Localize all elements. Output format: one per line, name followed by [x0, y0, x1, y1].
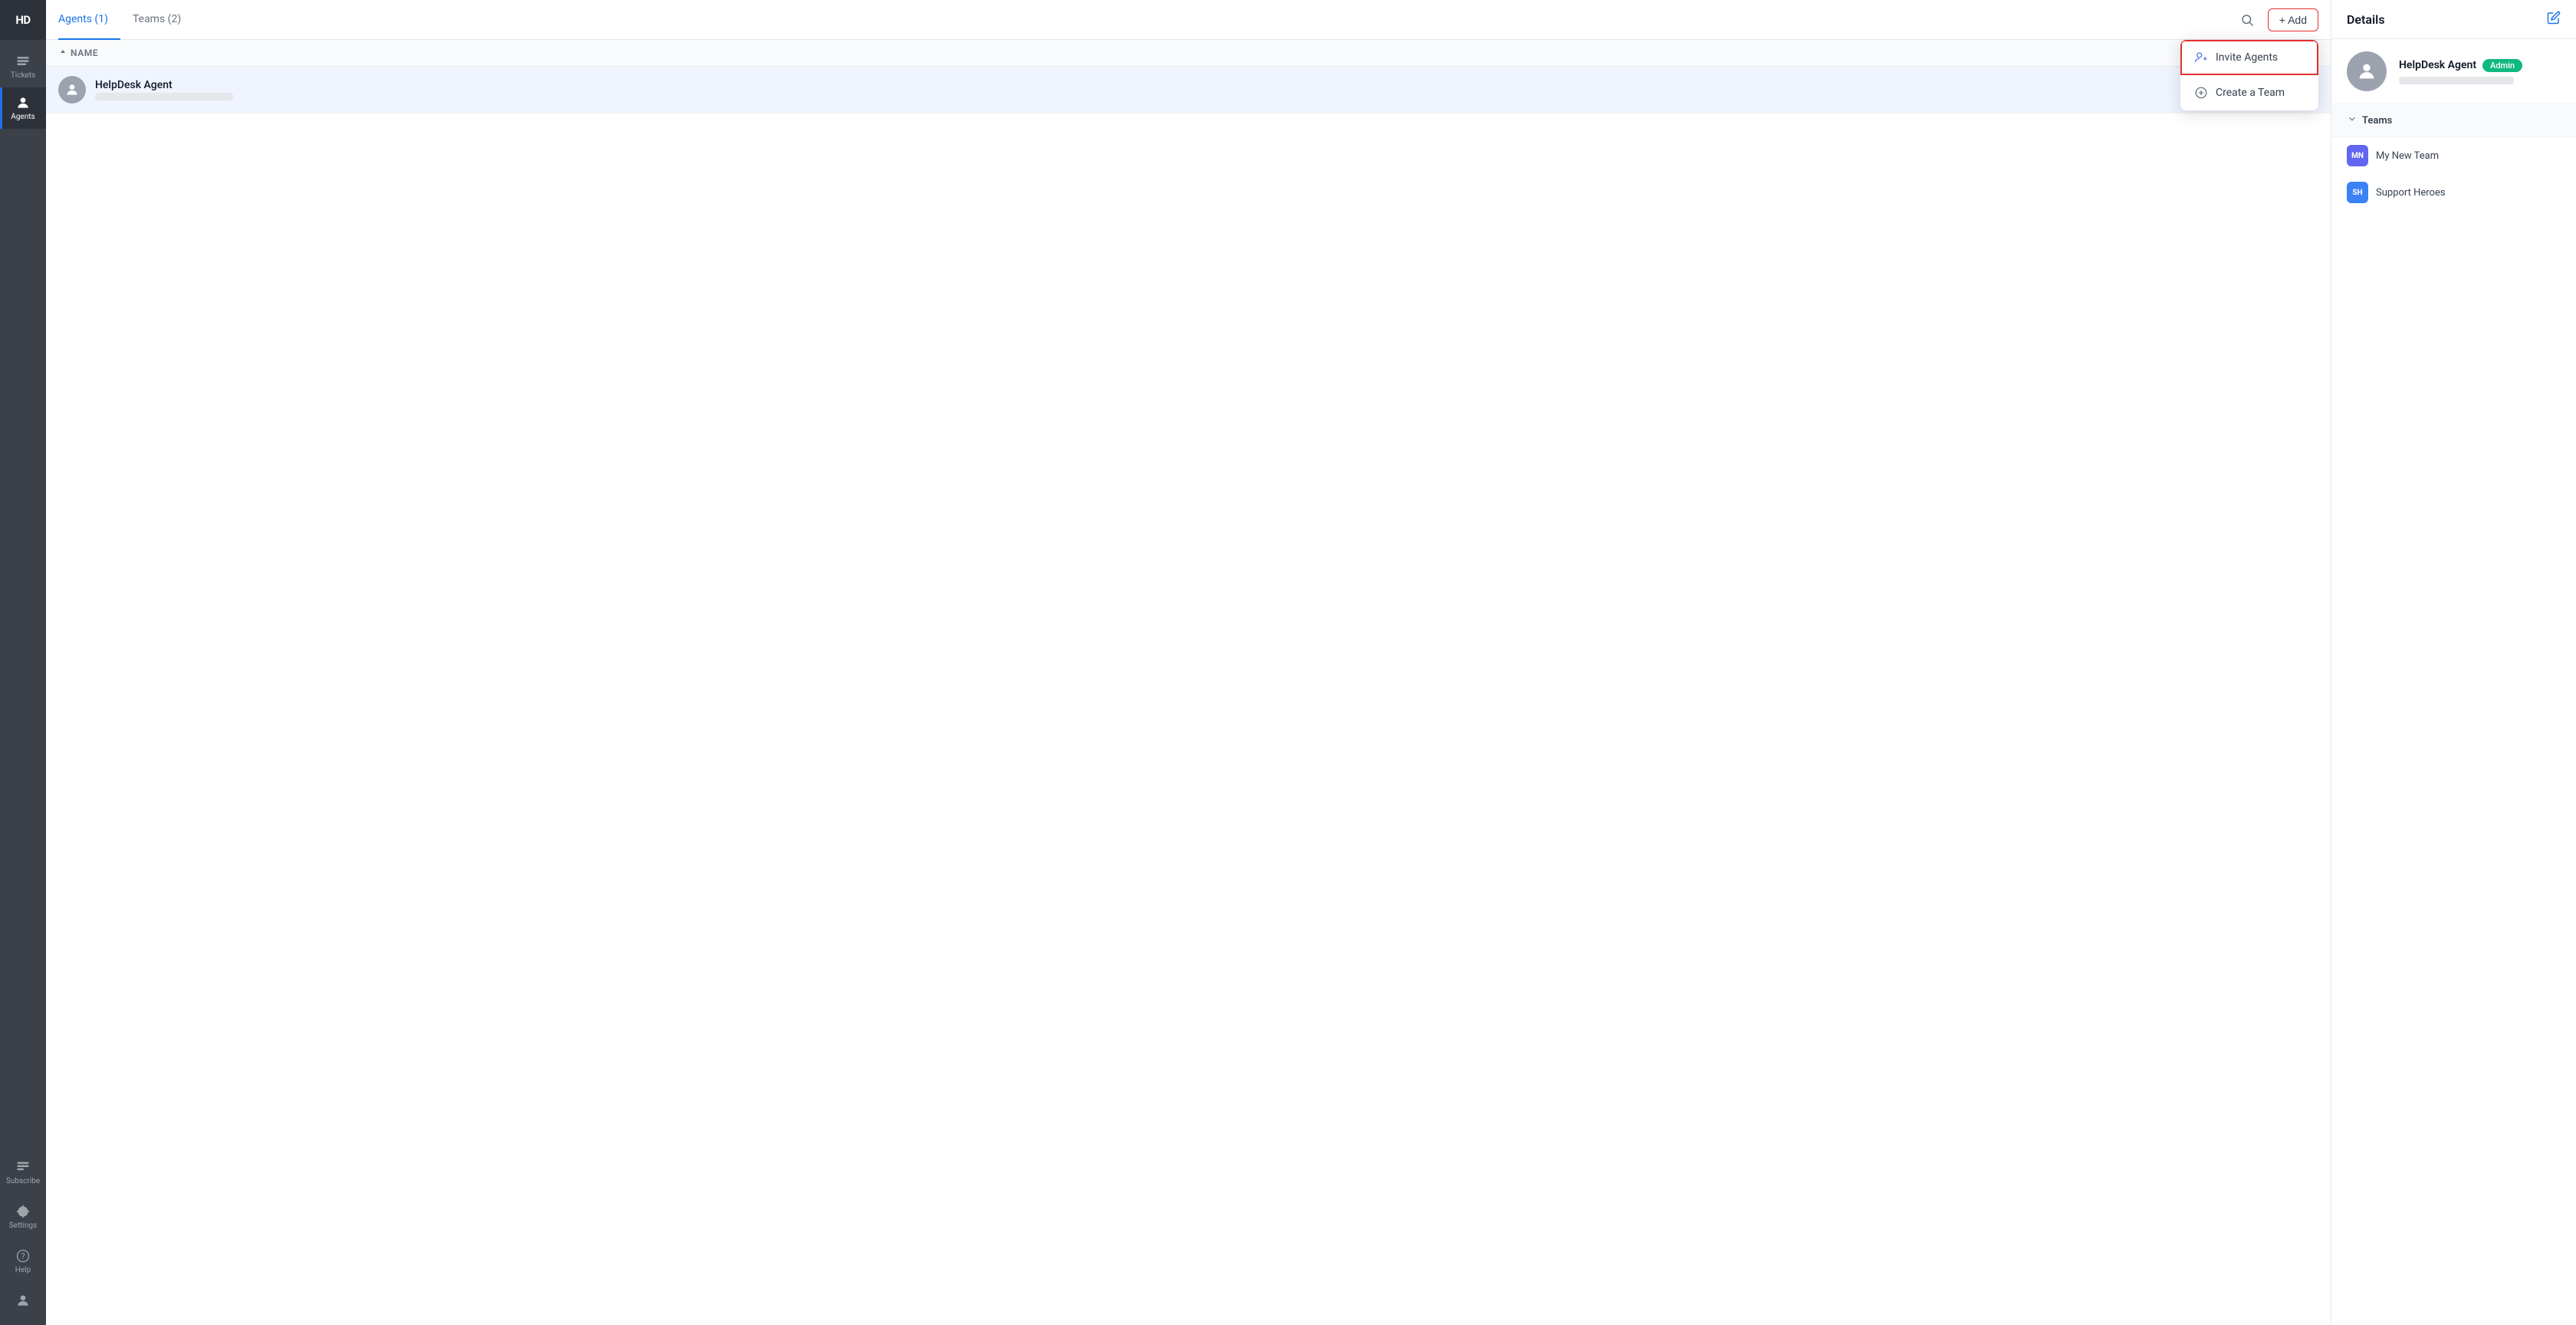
create-team-label: Create a Team — [2216, 87, 2285, 99]
main-content: Agents (1) Teams (2) + Add — [46, 0, 2331, 1325]
create-team-icon — [2194, 86, 2208, 100]
invite-agents-label: Invite Agents — [2216, 51, 2278, 64]
sidebar-item-help[interactable]: ? Help — [0, 1241, 46, 1282]
agent-name: HelpDesk Agent — [95, 79, 2165, 91]
support-heroes-name: Support Heroes — [2376, 187, 2446, 199]
panel-agent-email — [2399, 77, 2514, 84]
panel-agent-info: HelpDesk Agent Admin — [2331, 39, 2576, 104]
avatar-icon — [64, 82, 80, 97]
right-panel: Details HelpDesk Agent Admin — [2331, 0, 2576, 1325]
panel-header: Details — [2331, 0, 2576, 39]
sidebar-item-settings[interactable]: Settings — [0, 1196, 46, 1238]
edit-icon[interactable] — [2547, 11, 2561, 28]
teams-header-label: Teams — [2362, 115, 2392, 127]
tab-teams[interactable]: Teams (2) — [120, 0, 193, 40]
panel-avatar — [2347, 51, 2387, 91]
search-button[interactable] — [2236, 8, 2259, 31]
teams-section: Teams MN My New Team SH Support Heroes — [2331, 104, 2576, 211]
sidebar-item-tickets[interactable]: Tickets — [0, 46, 46, 87]
panel-avatar-icon — [2356, 61, 2377, 82]
search-icon — [2240, 13, 2254, 27]
agents-label: Agents — [11, 113, 34, 121]
sidebar-item-profile[interactable] — [0, 1285, 46, 1316]
table-header: NAME ROLE — [46, 40, 2331, 67]
settings-icon — [15, 1204, 31, 1219]
panel-agent-name-row: HelpDesk Agent Admin — [2399, 59, 2561, 72]
dropdown-menu: Invite Agents Create a Team — [2180, 40, 2318, 110]
help-icon: ? — [15, 1248, 31, 1264]
sidebar-nav: Tickets Agents — [0, 40, 46, 1152]
panel-title: Details — [2347, 12, 2385, 27]
tickets-icon — [15, 54, 31, 69]
sidebar: HD Tickets Agents Subscribe — [0, 0, 46, 1325]
subscribe-label: Subscribe — [6, 1177, 40, 1185]
dropdown-create-team[interactable]: Create a Team — [2180, 75, 2318, 110]
svg-text:?: ? — [21, 1251, 25, 1261]
my-new-team-avatar: MN — [2347, 145, 2368, 166]
header-tabs: Agents (1) Teams (2) + Add — [46, 0, 2331, 40]
panel-admin-badge: Admin — [2482, 59, 2522, 72]
header-actions: + Add — [2236, 8, 2318, 31]
agent-email — [95, 93, 233, 100]
col-name: NAME — [58, 48, 2165, 58]
agent-name-area: HelpDesk Agent — [95, 79, 2165, 100]
agents-icon — [15, 95, 31, 110]
invite-agents-icon — [2194, 51, 2208, 64]
agent-avatar — [58, 76, 86, 104]
tickets-label: Tickets — [11, 71, 35, 80]
add-button[interactable]: + Add — [2268, 8, 2318, 31]
sort-icon — [58, 48, 67, 58]
sidebar-item-agents[interactable]: Agents — [0, 87, 46, 129]
support-heroes-avatar: SH — [2347, 182, 2368, 203]
panel-agent-name-area: HelpDesk Agent Admin — [2399, 59, 2561, 84]
panel-agent-name: HelpDesk Agent — [2399, 59, 2476, 71]
tab-agents[interactable]: Agents (1) — [58, 0, 120, 40]
chevron-down-icon — [2347, 113, 2358, 127]
logo: HD — [0, 0, 46, 40]
table-row[interactable]: HelpDesk Agent Admin — [46, 67, 2331, 113]
settings-label: Settings — [9, 1221, 38, 1230]
profile-icon — [15, 1293, 31, 1308]
my-new-team-name: My New Team — [2376, 150, 2439, 162]
subscribe-icon — [15, 1159, 31, 1175]
sidebar-bottom: Subscribe Settings ? Help — [0, 1152, 46, 1325]
dropdown-invite-agents[interactable]: Invite Agents — [2180, 40, 2318, 75]
team-item-my-new-team[interactable]: MN My New Team — [2331, 137, 2576, 174]
team-item-support-heroes[interactable]: SH Support Heroes — [2331, 174, 2576, 211]
teams-header[interactable]: Teams — [2331, 104, 2576, 137]
help-label: Help — [15, 1266, 31, 1274]
sidebar-item-subscribe[interactable]: Subscribe — [0, 1152, 46, 1193]
